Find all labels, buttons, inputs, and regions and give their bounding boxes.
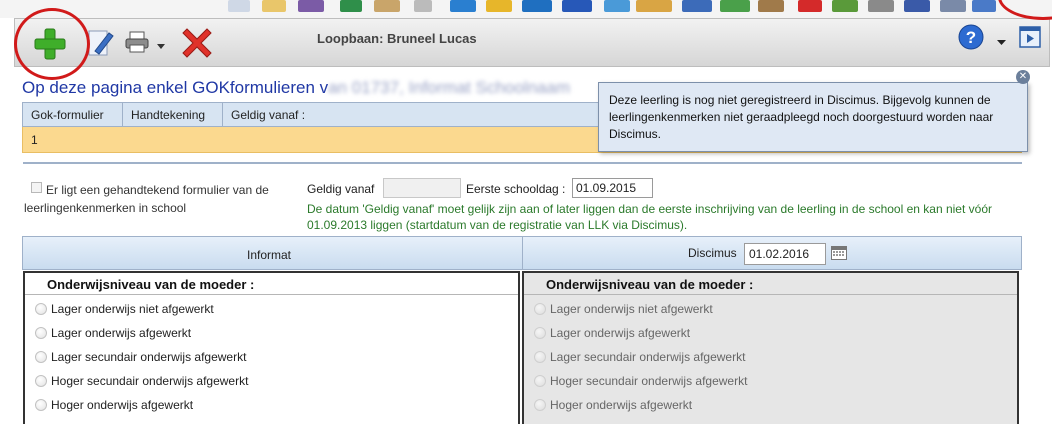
moon-icon[interactable]	[486, 0, 512, 12]
radio-icon	[534, 303, 546, 315]
option-label: Lager onderwijs niet afgewerkt	[550, 302, 713, 316]
info-tooltip: Deze leerling is nog niet geregistreerd …	[598, 82, 1028, 152]
option-label: Hoger secundair onderwijs afgewerkt	[550, 374, 748, 388]
column-header[interactable]: Gok-formulier	[22, 102, 123, 127]
radio-option[interactable]: Lager onderwijs niet afgewerkt	[25, 297, 518, 321]
discimus-date-input[interactable]: 01.02.2016	[744, 243, 826, 265]
informat-panel: Onderwijsniveau van de moeder : Lager on…	[23, 271, 520, 424]
discimus-panel: Onderwijsniveau van de moeder : Lager on…	[522, 271, 1019, 424]
calendar-icon[interactable]	[831, 246, 847, 260]
geldig-vanaf-label: Geldig vanaf	[307, 182, 375, 196]
radio-option[interactable]: Lager onderwijs afgewerkt	[25, 321, 518, 345]
people-icon[interactable]	[562, 0, 592, 12]
option-label: Hoger onderwijs afgewerkt	[550, 398, 693, 412]
globe-icon[interactable]	[522, 0, 552, 12]
window-icon[interactable]	[972, 0, 996, 12]
play-window-icon[interactable]	[1019, 26, 1041, 51]
date-rule-note: De datum 'Geldig vanaf' moet gelijk zijn…	[307, 202, 992, 232]
radio-icon[interactable]	[35, 303, 47, 315]
radio-icon	[534, 351, 546, 363]
radio-icon[interactable]	[35, 351, 47, 363]
red-x-icon[interactable]	[179, 25, 215, 64]
chevron-down-icon[interactable]	[157, 39, 165, 53]
radio-icon[interactable]	[35, 375, 47, 387]
radio-icon	[534, 375, 546, 387]
school-icon[interactable]	[636, 0, 672, 12]
phone-icon[interactable]	[414, 0, 432, 12]
gear-icon[interactable]	[832, 0, 858, 12]
radio-icon[interactable]	[35, 327, 47, 339]
option-label: Hoger secundair onderwijs afgewerkt	[51, 374, 249, 388]
radio-option[interactable]: Lager secundair onderwijs afgewerkt	[25, 345, 518, 369]
keyboard-icon[interactable]	[228, 0, 250, 12]
printer-icon[interactable]	[125, 31, 149, 56]
radio-option[interactable]: Hoger secundair onderwijs afgewerkt	[25, 369, 518, 393]
option-label: Lager secundair onderwijs afgewerkt	[51, 350, 247, 364]
network-icon[interactable]	[604, 0, 630, 12]
eerste-schooldag-label: Eerste schooldag :	[466, 182, 566, 196]
help-icon[interactable]: ?	[957, 23, 985, 54]
discimus-column-label: Discimus	[688, 246, 737, 260]
chevron-down-icon[interactable]	[997, 35, 1006, 49]
geldig-vanaf-input[interactable]	[383, 178, 461, 198]
flag-icon[interactable]	[904, 0, 930, 12]
radio-icon	[534, 327, 546, 339]
close-icon[interactable]: ✕	[1016, 70, 1030, 84]
mail-icon[interactable]	[450, 0, 476, 12]
toolbar: Loopbaan: Bruneel Lucas ?	[14, 18, 1050, 67]
alert-icon[interactable]	[798, 0, 822, 12]
notes-icon[interactable]	[262, 0, 286, 12]
page-heading: Op deze pagina enkel GOKformulieren van …	[22, 78, 570, 98]
obscured-text: an 01737, Informat Schoolnaam	[328, 78, 571, 97]
book-icon[interactable]	[340, 0, 362, 12]
column-header[interactable]: Handtekening	[122, 102, 223, 127]
export-icon[interactable]	[940, 0, 966, 12]
building-icon[interactable]	[374, 0, 400, 12]
page-title: Loopbaan: Bruneel Lucas	[317, 31, 477, 46]
radio-option: Hoger secundair onderwijs afgewerkt	[524, 369, 1017, 393]
radio-icon[interactable]	[35, 399, 47, 411]
chart-icon[interactable]	[720, 0, 750, 12]
radio-option[interactable]: Hoger onderwijs afgewerkt	[25, 393, 518, 417]
radio-option: Hoger onderwijs afgewerkt	[524, 393, 1017, 417]
radio-icon	[534, 399, 546, 411]
eerste-schooldag-input[interactable]: 01.09.2015	[572, 178, 653, 198]
radio-option: Lager onderwijs afgewerkt	[524, 321, 1017, 345]
option-label: Lager onderwijs afgewerkt	[51, 326, 192, 340]
compare-header: Informat Discimus 01.02.2016	[22, 236, 1022, 270]
svg-text:?: ?	[966, 28, 976, 47]
signed-form-checkbox[interactable]	[31, 182, 42, 193]
option-label: Lager secundair onderwijs afgewerkt	[550, 350, 746, 364]
layers-icon[interactable]	[682, 0, 712, 12]
radio-option: Lager onderwijs niet afgewerkt	[524, 297, 1017, 321]
signed-form-label: Er ligt een gehandtekend formulier van d…	[24, 183, 269, 215]
panel-title: Onderwijsniveau van de moeder :	[25, 273, 518, 295]
tree-icon[interactable]	[758, 0, 784, 12]
annotation-circle	[14, 8, 90, 80]
heading-text: Op deze pagina enkel GOKformulieren v	[22, 78, 329, 97]
option-label: Hoger onderwijs afgewerkt	[51, 398, 194, 412]
option-label: Lager onderwijs afgewerkt	[550, 326, 691, 340]
option-label: Lager onderwijs niet afgewerkt	[51, 302, 214, 316]
informat-column-label: Informat	[247, 248, 292, 262]
app-icon-strip	[0, 0, 1052, 18]
radio-option: Lager secundair onderwijs afgewerkt	[524, 345, 1017, 369]
panel-title: Onderwijsniveau van de moeder :	[524, 273, 1017, 295]
clock-icon[interactable]	[298, 0, 324, 12]
settings-icon[interactable]	[868, 0, 894, 12]
